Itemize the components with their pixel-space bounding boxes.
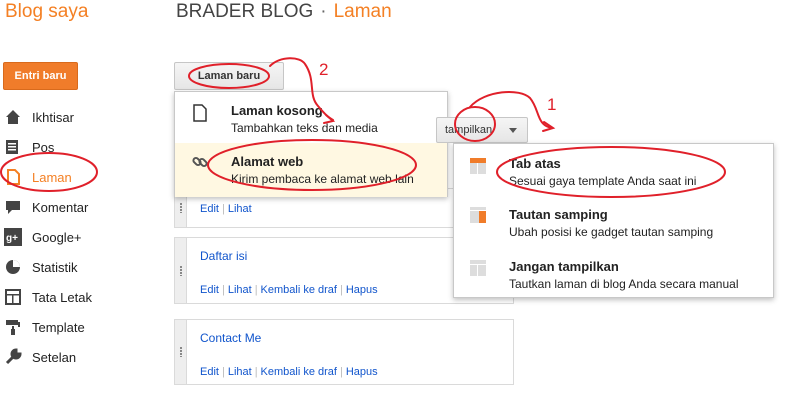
google-plus-icon: g+ [4,228,22,246]
link-icon [192,156,208,168]
sidebar: Ikhtisar Pos Laman Komentar g+ Google+ S… [0,102,110,372]
side-links-icon [470,207,486,223]
comment-icon [6,201,20,214]
stats-icon [6,260,20,274]
top-tabs-icon [470,158,486,174]
new-post-button[interactable]: Entri baru [3,62,78,90]
new-page-menu: Laman kosong Tambahkan teks dan media Al… [174,91,448,197]
display-dropdown-button[interactable]: tampilkan [436,117,528,143]
sidebar-item-settings[interactable]: Setelan [0,342,110,372]
header-separator: · [320,1,327,22]
page-actions: Edit | Lihat | Kembali ke draf | Hapus [200,284,378,296]
edit-link[interactable]: Edit [200,203,219,215]
menu-item-title: Tautan samping [509,207,608,222]
posts-icon [6,140,18,154]
page-title[interactable]: Daftar isi [200,249,247,263]
sidebar-item-layout[interactable]: Tata Letak [0,282,110,312]
view-link[interactable]: Lihat [228,284,252,296]
annotation-number-2: 2 [319,60,328,79]
sidebar-item-label: Statistik [32,259,78,275]
annotation-arrowhead-1 [542,121,556,132]
menu-item-blank-page[interactable]: Laman kosong Tambahkan teks dan media [175,92,447,142]
display-menu: Tab atas Sesuai gaya template Anda saat … [453,143,774,298]
sidebar-item-label: Ikhtisar [32,109,74,125]
page-icon [7,169,20,185]
sidebar-item-posts[interactable]: Pos [0,132,110,162]
svg-text:g+: g+ [6,233,18,244]
page-actions: Edit | Lihat | Kembali ke draf | Hapus [200,366,378,378]
sidebar-item-pages[interactable]: Laman [0,162,110,192]
menu-item-web-address[interactable]: Alamat web Kirim pembaca ke alamat web l… [175,143,447,197]
sidebar-item-google-plus[interactable]: g+ Google+ [0,222,110,252]
settings-icon [5,348,22,365]
menu-item-side-links[interactable]: Tautan samping Ubah posisi ke gadget tau… [454,199,773,249]
menu-item-desc: Tambahkan teks dan media [231,121,378,135]
blog-name[interactable]: BRADER BLOG [176,1,313,22]
sidebar-item-label: Laman [32,169,72,185]
page-header: BRADER BLOG · Laman [176,1,392,23]
sidebar-item-template[interactable]: Template [0,312,110,342]
delete-link[interactable]: Hapus [346,284,378,296]
view-link[interactable]: Lihat [228,203,252,215]
menu-item-desc: Ubah posisi ke gadget tautan samping [509,225,714,239]
menu-item-desc: Kirim pembaca ke alamat web lain [231,172,414,186]
page-item: Contact Me Edit | Lihat | Kembali ke draf | Ha… [174,319,514,385]
sidebar-item-label: Tata Letak [32,289,92,305]
menu-item-top-tabs[interactable]: Tab atas Sesuai gaya template Anda saat … [454,146,773,196]
view-link[interactable]: Lihat [228,366,252,378]
brand-title[interactable]: Blog saya [5,1,88,23]
sidebar-item-overview[interactable]: Ikhtisar [0,102,110,132]
sidebar-item-label: Google+ [32,229,82,245]
page-actions: Edit | Lihat [200,203,252,215]
chevron-down-icon [509,128,517,133]
delete-link[interactable]: Hapus [346,366,378,378]
edit-link[interactable]: Edit [200,284,219,296]
menu-item-title: Jangan tampilkan [509,259,619,274]
sidebar-item-label: Pos [32,139,55,155]
sidebar-item-label: Komentar [32,199,89,215]
sidebar-item-comments[interactable]: Komentar [0,192,110,222]
blank-page-icon [193,104,207,122]
new-page-button[interactable]: Laman baru [174,62,284,90]
display-button-label: tampilkan [445,124,493,136]
sidebar-item-label: Setelan [32,349,77,365]
menu-item-title: Tab atas [509,156,561,171]
home-icon [6,110,20,124]
layout-icon [5,289,21,305]
drag-handle[interactable] [175,238,187,303]
revert-draft-link[interactable]: Kembali ke draf [261,366,337,378]
menu-item-desc: Sesuai gaya template Anda saat ini [509,174,697,188]
menu-item-title: Alamat web [231,154,304,169]
menu-item-desc: Tautkan laman di blog Anda secara manual [509,277,739,291]
menu-item-hidden[interactable]: Jangan tampilkan Tautkan laman di blog A… [454,252,773,298]
page-title[interactable]: Contact Me [200,331,261,345]
sidebar-item-stats[interactable]: Statistik [0,252,110,282]
sidebar-item-label: Template [32,319,85,335]
edit-link[interactable]: Edit [200,366,219,378]
hidden-icon [470,260,486,276]
revert-draft-link[interactable]: Kembali ke draf [261,284,337,296]
annotation-number-1: 1 [547,95,556,114]
menu-item-title: Laman kosong [231,103,323,118]
drag-handle[interactable] [175,320,187,384]
section-title: Laman [333,1,392,22]
template-icon [6,320,20,335]
